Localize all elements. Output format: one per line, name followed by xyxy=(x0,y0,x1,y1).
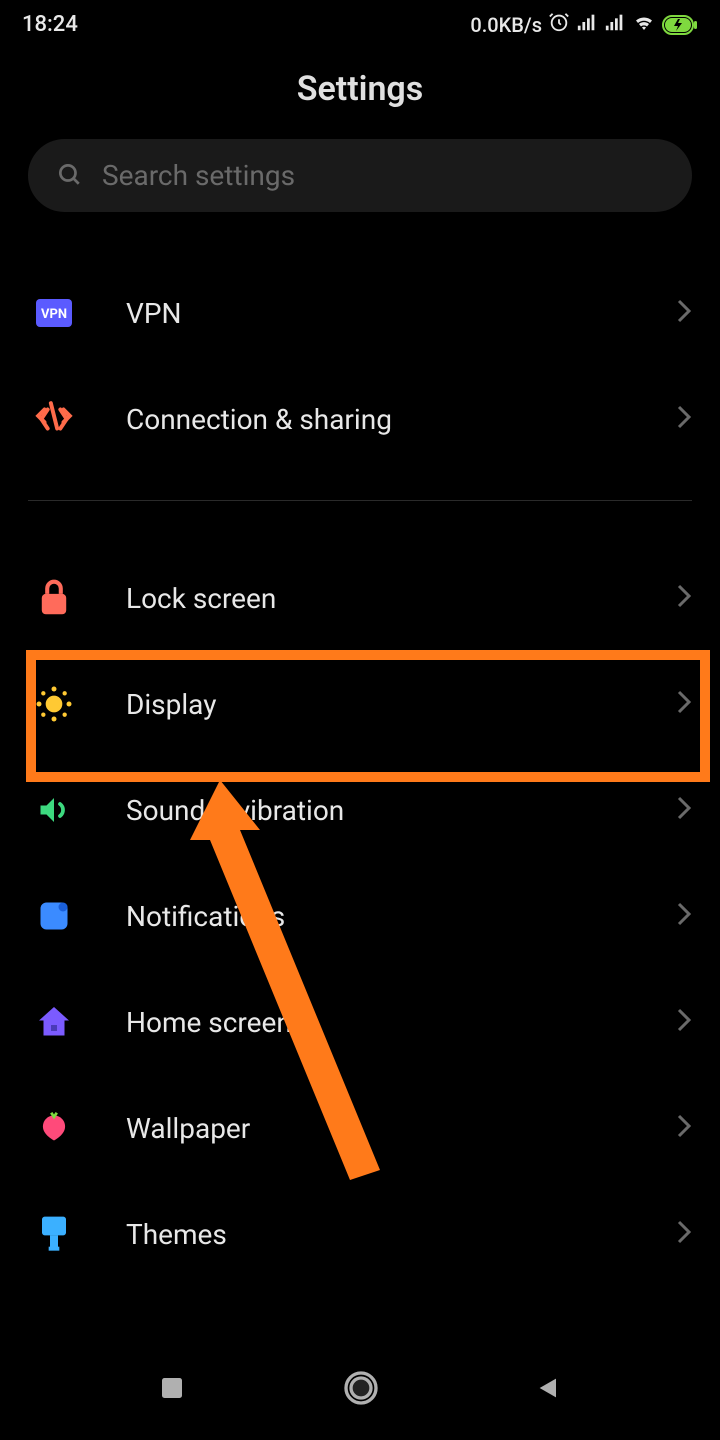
sun-icon xyxy=(34,684,74,724)
settings-item-display[interactable]: Display xyxy=(28,651,692,757)
settings-item-connection-sharing[interactable]: Connection & sharing xyxy=(28,366,692,472)
item-label: Display xyxy=(126,688,676,721)
settings-list-2: Lock screen Display Sound & vibration No… xyxy=(0,545,720,1287)
settings-item-notifications[interactable]: Notifications xyxy=(28,863,692,969)
divider xyxy=(28,500,692,501)
search-input[interactable]: Search settings xyxy=(28,139,692,212)
navigation-bar xyxy=(0,1340,720,1440)
item-label: Sound & vibration xyxy=(126,794,676,827)
svg-text:VPN: VPN xyxy=(41,307,67,322)
nav-recents-button[interactable] xyxy=(157,1373,187,1407)
chevron-right-icon xyxy=(676,901,692,931)
settings-item-themes[interactable]: Themes xyxy=(28,1181,692,1287)
chevron-right-icon xyxy=(676,689,692,719)
signal-icon-2 xyxy=(604,11,626,38)
settings-list: VPN VPN Connection & sharing xyxy=(0,260,720,472)
settings-item-lock-screen[interactable]: Lock screen xyxy=(28,545,692,651)
item-label: Connection & sharing xyxy=(126,403,676,436)
signal-icon-1 xyxy=(576,11,598,38)
item-label: Wallpaper xyxy=(126,1112,676,1145)
nav-home-button[interactable] xyxy=(341,1368,381,1412)
sound-icon xyxy=(34,790,74,830)
chevron-right-icon xyxy=(676,1113,692,1143)
battery-charging-icon xyxy=(662,15,698,35)
vpn-icon: VPN xyxy=(34,293,74,333)
settings-item-sound-vibration[interactable]: Sound & vibration xyxy=(28,757,692,863)
chevron-right-icon xyxy=(676,1219,692,1249)
chevron-right-icon xyxy=(676,583,692,613)
item-label: Themes xyxy=(126,1218,676,1251)
item-label: Home screen xyxy=(126,1006,676,1039)
status-bar: 18:24 0.0KB/s xyxy=(0,0,720,45)
network-speed: 0.0KB/s xyxy=(470,13,542,37)
wifi-icon xyxy=(632,10,656,39)
page-title: Settings xyxy=(0,69,720,109)
lock-icon xyxy=(34,578,74,618)
settings-item-vpn[interactable]: VPN VPN xyxy=(28,260,692,366)
item-label: Notifications xyxy=(126,900,676,933)
search-icon xyxy=(56,161,82,191)
search-placeholder: Search settings xyxy=(102,159,295,192)
status-time: 18:24 xyxy=(22,12,78,37)
chevron-right-icon xyxy=(676,1007,692,1037)
home-icon xyxy=(34,1002,74,1042)
chevron-right-icon xyxy=(676,795,692,825)
item-label: Lock screen xyxy=(126,582,676,615)
chevron-right-icon xyxy=(676,404,692,434)
status-right: 0.0KB/s xyxy=(470,10,698,39)
alarm-icon xyxy=(548,11,570,38)
item-label: VPN xyxy=(126,297,676,330)
wallpaper-icon xyxy=(34,1108,74,1148)
themes-icon xyxy=(34,1214,74,1254)
settings-item-home-screen[interactable]: Home screen xyxy=(28,969,692,1075)
nav-back-button[interactable] xyxy=(535,1373,563,1407)
notifications-icon xyxy=(34,896,74,936)
chevron-right-icon xyxy=(676,298,692,328)
settings-item-wallpaper[interactable]: Wallpaper xyxy=(28,1075,692,1181)
connection-icon xyxy=(34,399,74,439)
